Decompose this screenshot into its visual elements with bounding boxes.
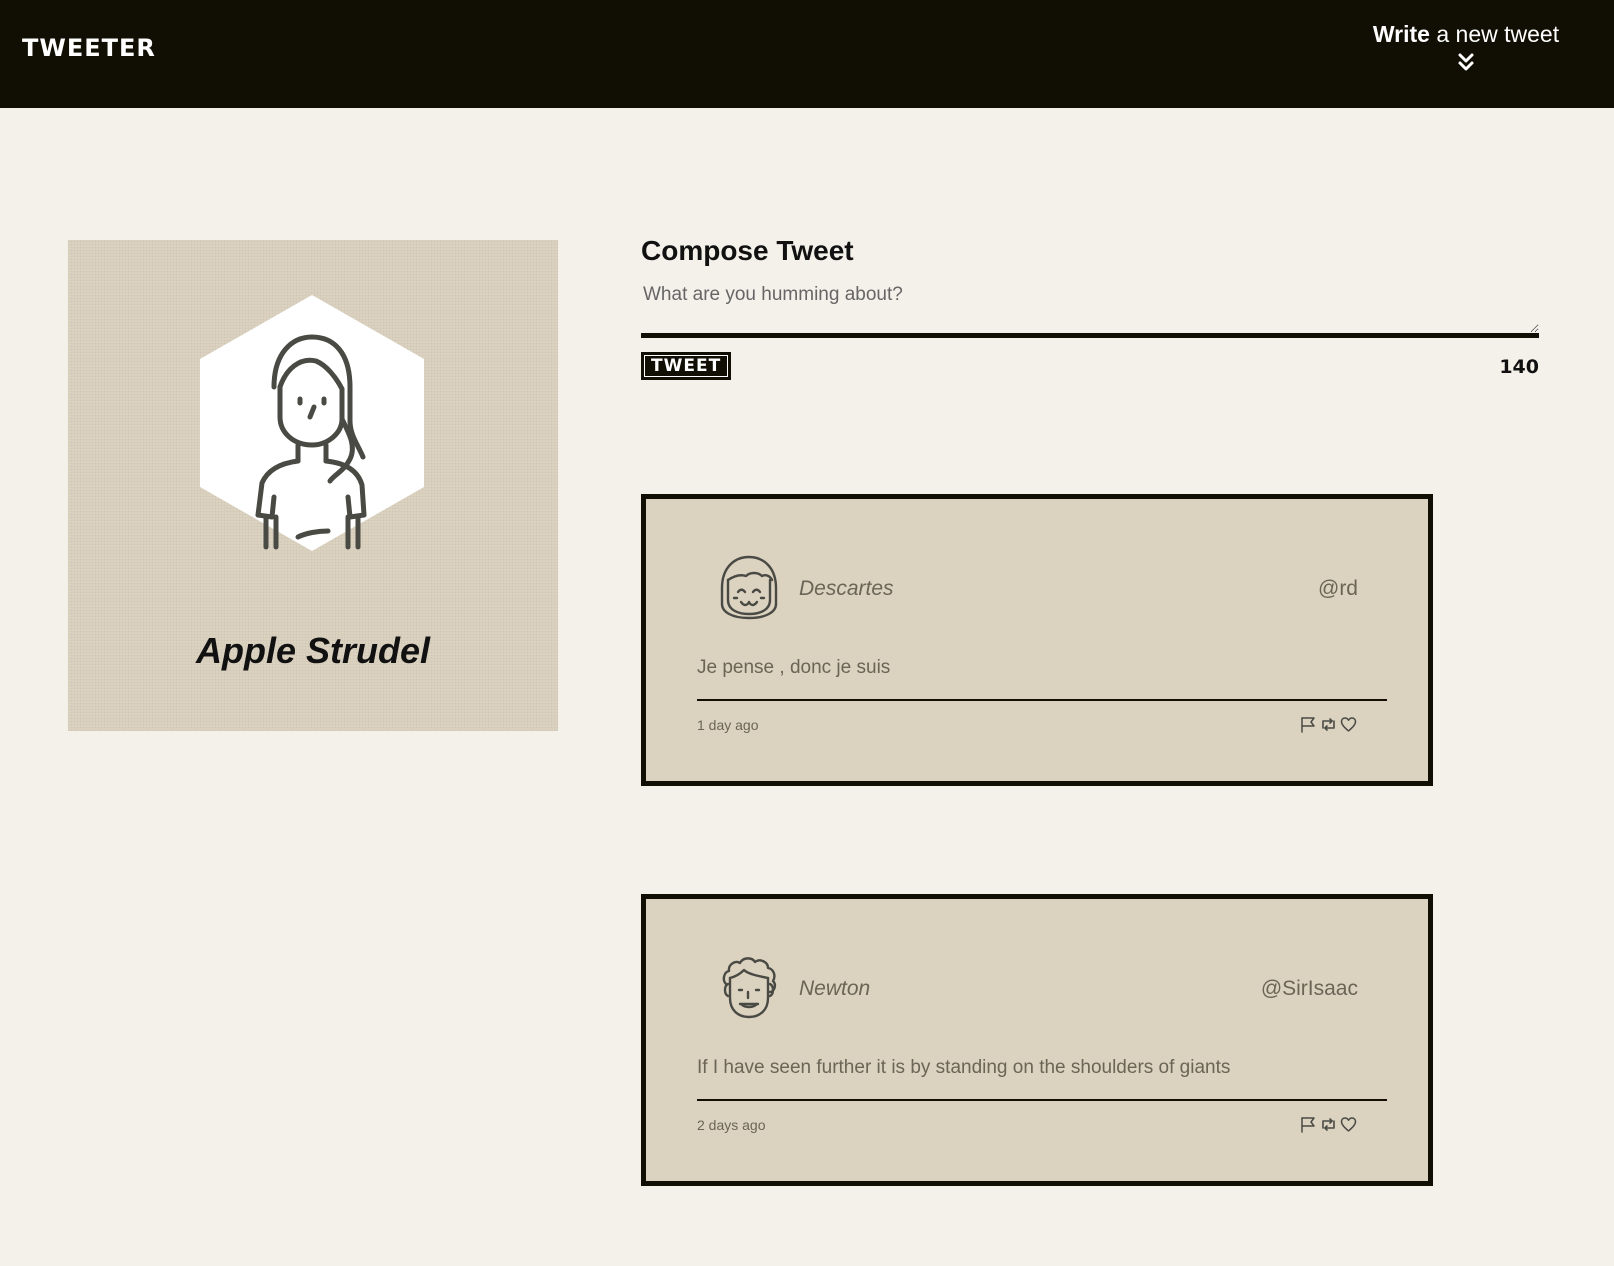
retweet-icon[interactable]	[1320, 716, 1337, 733]
write-tweet-label-bold: Write	[1372, 21, 1430, 47]
write-tweet-label-rest: a new tweet	[1429, 21, 1560, 47]
tweet-timestamp: 1 day ago	[697, 717, 759, 733]
profile-name: Apple Strudel	[195, 630, 431, 671]
brand-logo[interactable]: TWEETER	[22, 34, 156, 62]
write-tweet-toggle[interactable]: Write a new tweet	[1346, 18, 1586, 72]
retweet-icon[interactable]	[1320, 1116, 1337, 1133]
tweet-actions	[1300, 1116, 1357, 1133]
tweet-author-name[interactable]: Newton	[799, 977, 870, 1001]
top-nav: TWEETER Write a new tweet	[0, 0, 1614, 108]
flag-icon[interactable]	[1300, 716, 1317, 733]
flag-icon[interactable]	[1300, 1116, 1317, 1133]
tweet-timestamp: 2 days ago	[697, 1117, 766, 1133]
compose-title: Compose Tweet	[641, 235, 854, 266]
compose-section: Compose Tweet TWEET 140	[641, 232, 1539, 392]
tweet-text: If I have seen further it is by standing…	[697, 1057, 1231, 1078]
character-counter: 140	[1499, 356, 1539, 378]
profile-card: Apple Strudel	[68, 240, 558, 731]
girl-avatar-icon	[720, 555, 778, 620]
heart-icon[interactable]	[1340, 716, 1357, 733]
tweet-divider	[697, 1099, 1387, 1101]
tweet-card: Descartes @rd Je pense , donc je suis 1 …	[641, 494, 1433, 786]
tweet-submit-button[interactable]: TWEET	[641, 352, 732, 380]
tweet-card: Newton @SirIsaac If I have seen further …	[641, 894, 1433, 1186]
tweet-divider	[697, 699, 1387, 701]
compose-actions: TWEET 140	[641, 352, 1539, 392]
heart-icon[interactable]	[1340, 1116, 1357, 1133]
tweet-text: Je pense , donc je suis	[697, 657, 891, 678]
tweet-actions	[1300, 716, 1357, 733]
double-chevron-down-icon[interactable]	[1457, 52, 1475, 72]
tweet-textarea[interactable]	[641, 280, 1539, 338]
tweet-author-handle[interactable]: @SirIsaac	[1261, 977, 1358, 1001]
tweet-author-name[interactable]: Descartes	[799, 577, 894, 601]
tweet-author-handle[interactable]: @rd	[1318, 577, 1358, 601]
curly-hair-avatar-icon	[722, 957, 777, 1019]
write-tweet-label: Write a new tweet	[1346, 18, 1586, 50]
woman-avatar-icon	[200, 295, 424, 551]
